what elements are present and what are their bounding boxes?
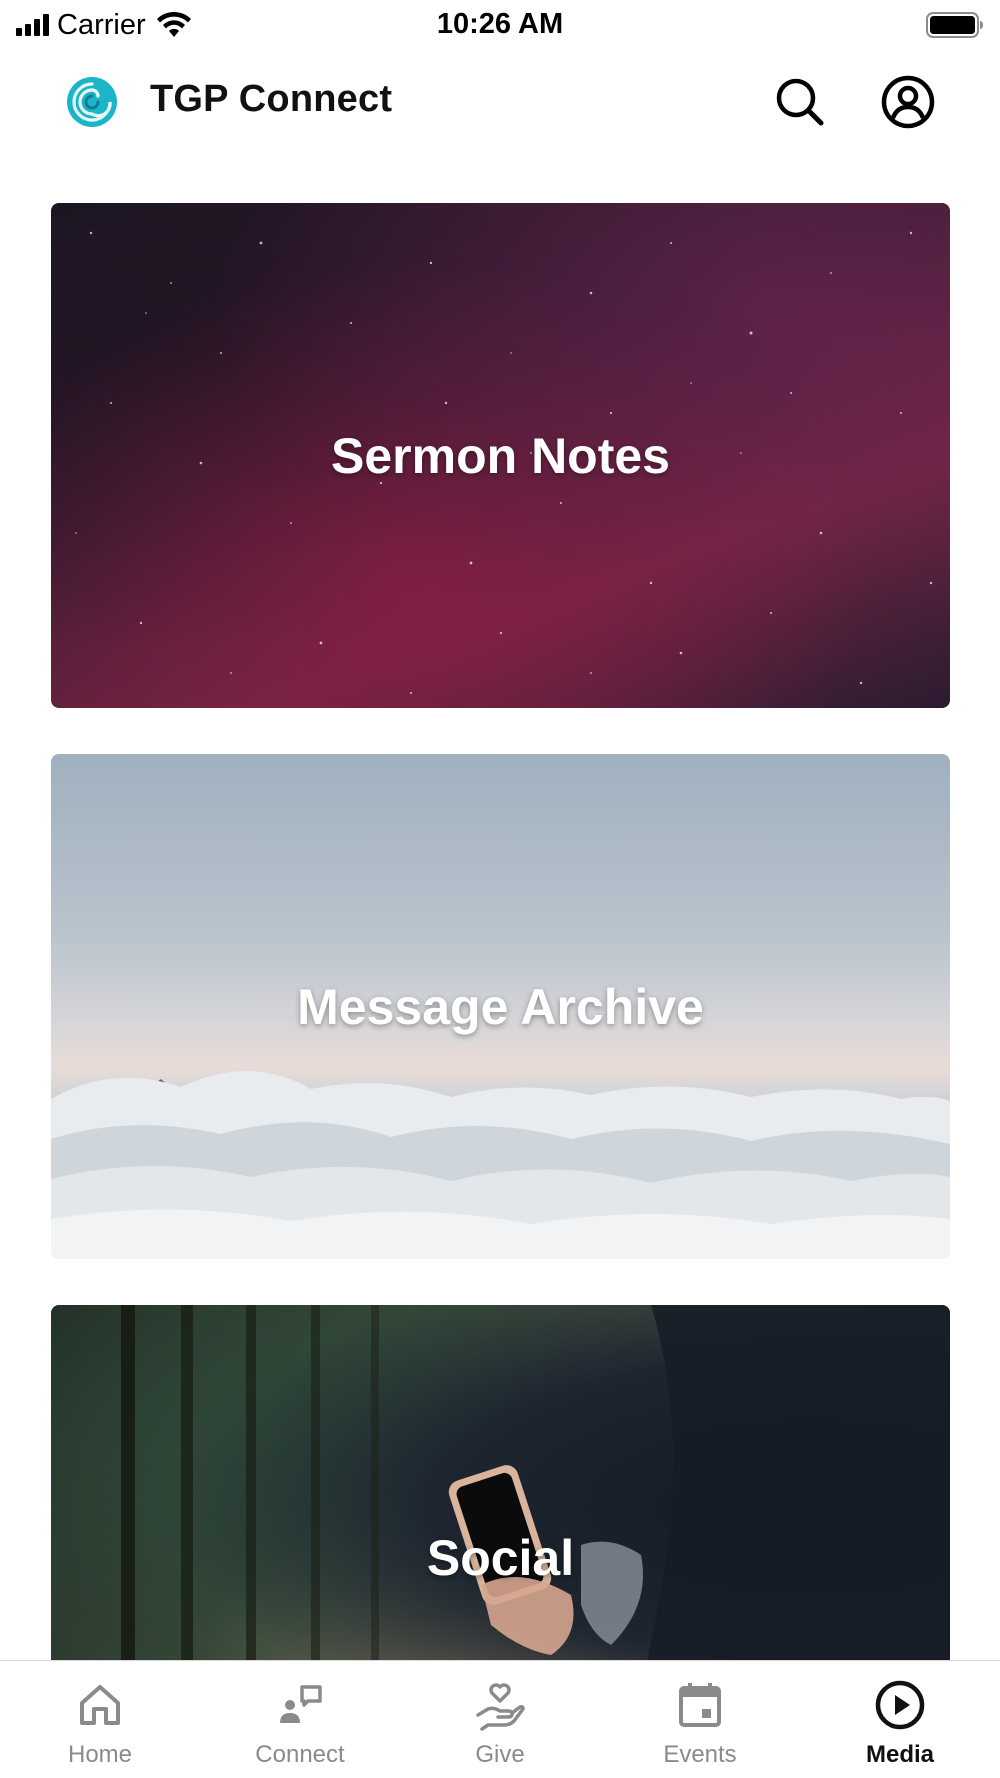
connect-icon bbox=[280, 1685, 322, 1723]
tab-give[interactable]: Give bbox=[400, 1661, 600, 1778]
sermon-notes-card[interactable]: Sermon Notes bbox=[51, 203, 950, 708]
home-icon bbox=[80, 1685, 120, 1725]
give-icon bbox=[476, 1683, 525, 1731]
profile-button[interactable] bbox=[880, 74, 936, 130]
card-title: Sermon Notes bbox=[331, 427, 670, 484]
tab-home[interactable]: Home bbox=[0, 1661, 200, 1778]
status-bar: Carrier 10:26 AM bbox=[0, 0, 1000, 50]
bottom-tab-bar: Home Connect Give Events Media bbox=[0, 1660, 1000, 1778]
app-title: TGP Connect bbox=[150, 78, 393, 120]
tab-connect[interactable]: Connect bbox=[200, 1661, 400, 1778]
tab-media[interactable]: Media bbox=[800, 1661, 1000, 1778]
tab-label: Media bbox=[865, 1741, 934, 1768]
app-logo-icon bbox=[67, 77, 117, 127]
app-screen: Carrier 10:26 AM TGP Connect Sermon Note… bbox=[0, 0, 1000, 1778]
card-title: Social bbox=[426, 1529, 575, 1586]
search-button[interactable] bbox=[772, 74, 828, 130]
tab-label: Home bbox=[67, 1741, 133, 1768]
tab-events[interactable]: Events bbox=[600, 1661, 800, 1778]
message-archive-card[interactable]: Message Archive bbox=[51, 754, 950, 1259]
play-icon bbox=[875, 1680, 925, 1730]
status-time: 10:26 AM bbox=[436, 8, 564, 40]
calendar-icon bbox=[679, 1683, 721, 1727]
tab-label: Connect bbox=[255, 1741, 345, 1768]
battery-icon bbox=[926, 12, 983, 38]
tab-label: Events bbox=[663, 1741, 737, 1768]
app-header: TGP Connect bbox=[0, 56, 1000, 148]
card-title: Message Archive bbox=[297, 978, 704, 1035]
tab-label: Give bbox=[475, 1741, 525, 1768]
cloud-layer bbox=[51, 1070, 950, 1259]
